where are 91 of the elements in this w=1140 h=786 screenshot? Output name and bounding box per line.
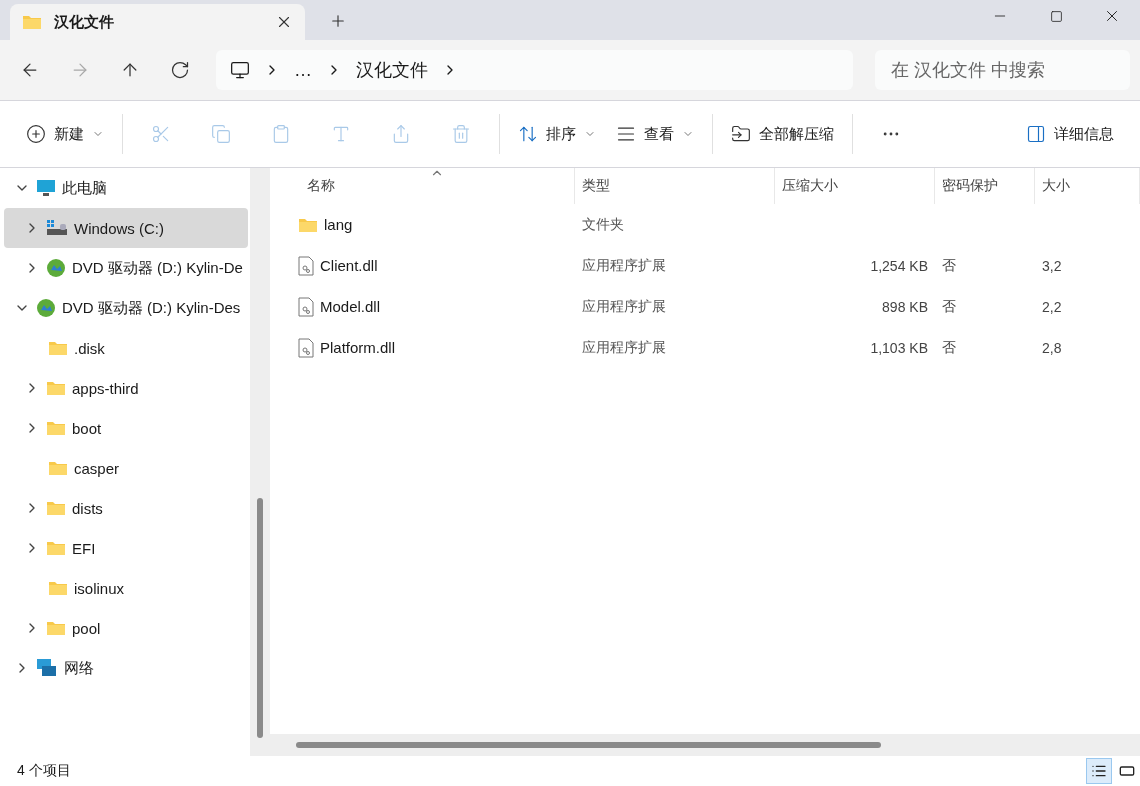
network-icon [36, 658, 58, 678]
tree-item[interactable]: dists [4, 488, 248, 528]
tree-item-label: EFI [72, 539, 96, 557]
table-cell-text: 3,2 [1041, 257, 1063, 274]
tree-item[interactable]: 网络 [4, 648, 248, 688]
refresh-icon[interactable] [170, 60, 190, 80]
item-count: 4 个项目 [17, 762, 71, 780]
new-icon[interactable] [26, 124, 46, 144]
folder-icon [22, 14, 42, 30]
table-cell-text: 否 [941, 256, 957, 275]
dll-file-icon [298, 255, 314, 276]
table-cell-text: 否 [941, 297, 957, 316]
tree-item-label: 此电脑 [62, 178, 107, 198]
tree-item[interactable]: apps-third [4, 368, 248, 408]
dll-file-icon [298, 337, 314, 358]
tree-item[interactable]: pool [4, 608, 248, 648]
breadcrumb[interactable]: … [294, 59, 312, 81]
tree-item[interactable]: EFI [4, 528, 248, 568]
folder-icon [48, 340, 68, 356]
tree-item[interactable]: isolinux [4, 568, 248, 608]
browser-tab[interactable]: 汉化文件 [10, 4, 305, 40]
column-header[interactable]: 类型 [575, 168, 775, 204]
sort-button[interactable]: 排序 [508, 114, 606, 154]
address-bar[interactable]: … 汉化文件 [216, 50, 853, 90]
tree-item-label: dists [72, 499, 103, 517]
column-header[interactable]: 密码保护 [935, 168, 1035, 204]
column-header[interactable]: 压缩大小 [775, 168, 935, 204]
folder-icon [46, 500, 66, 516]
tree-item[interactable]: 此电脑 [4, 168, 248, 208]
file-name[interactable]: Client.dll [320, 257, 378, 274]
table-cell-text: 应用程序扩展 [581, 338, 667, 357]
extract-all-button[interactable]: 全部解压缩 [721, 114, 844, 154]
tree-item[interactable]: casper [4, 448, 248, 488]
disc-drive-icon [36, 298, 56, 318]
tree-item-label: Windows (C:) [74, 219, 164, 237]
search-field[interactable]: 在 汉化文件 中搜索 [875, 50, 1130, 90]
scrollbar[interactable] [250, 168, 270, 756]
maximize-icon[interactable] [1049, 9, 1063, 23]
dll-file-icon [298, 296, 314, 317]
tree-item-label: pool [72, 619, 101, 637]
tree-item-label: casper [74, 459, 120, 477]
extract-all-icon[interactable] [731, 124, 751, 144]
file-name[interactable]: Model.dll [320, 298, 381, 315]
table-cell-text: 应用程序扩展 [581, 297, 667, 316]
folder-icon [46, 540, 66, 556]
table-cell-text: 1,254 KB [869, 257, 929, 274]
disc-drive-icon [46, 258, 66, 278]
panel-icon [1026, 124, 1046, 144]
tree-item-label: DVD 驱动器 (D:) Kylin-De [72, 258, 243, 278]
tree-item-label: .disk [74, 339, 105, 357]
details-view-button[interactable] [1086, 758, 1112, 784]
rectangle-icon [1119, 763, 1135, 779]
tree-item[interactable]: DVD 驱动器 (D:) Kylin-De [4, 248, 248, 288]
folder-icon [48, 460, 68, 476]
table-cell-text: 应用程序扩展 [581, 256, 667, 275]
table-cell-text: 否 [941, 338, 957, 357]
table-cell-text: 898 KB [881, 298, 929, 315]
details-pane-button[interactable]: 详细信息 [1016, 114, 1124, 154]
tree-item-label: apps-third [72, 379, 139, 397]
tree-item[interactable]: DVD 驱动器 (D:) Kylin-Des [4, 288, 248, 328]
new-button[interactable]: 新建 [16, 114, 114, 154]
new-tab-icon[interactable] [329, 12, 347, 30]
tree-item-label: isolinux [74, 579, 125, 597]
table-cell-text: 1,103 KB [869, 339, 929, 356]
monitor-icon [230, 60, 250, 80]
folder-icon [46, 420, 66, 436]
table-cell-text: 2,2 [1041, 298, 1063, 315]
view-button[interactable]: 查看 [606, 114, 704, 154]
monitor-icon [36, 179, 56, 197]
sort-icon[interactable] [518, 124, 538, 144]
breadcrumb[interactable]: 汉化文件 [356, 58, 428, 82]
tree-item-label: 网络 [64, 658, 94, 678]
column-header[interactable]: 名称 [300, 168, 575, 204]
tree-item[interactable]: boot [4, 408, 248, 448]
folder-icon [46, 620, 66, 636]
file-name[interactable]: Platform.dll [320, 339, 396, 356]
folder-icon [298, 216, 318, 233]
folder-icon [46, 380, 66, 396]
tree-item[interactable]: .disk [4, 328, 248, 368]
tree-item-label: boot [72, 419, 102, 437]
file-name[interactable]: lang [324, 216, 353, 233]
scrollbar[interactable] [270, 734, 1140, 756]
table-cell-text: 文件夹 [581, 215, 625, 234]
table-cell-text: 2,8 [1041, 339, 1063, 356]
column-header[interactable]: 大小 [1035, 168, 1140, 204]
folder-icon [48, 580, 68, 596]
drive-icon [46, 219, 68, 237]
list-icon [1091, 763, 1107, 779]
tree-item[interactable]: Windows (C:) [4, 208, 248, 248]
tree-item-label: DVD 驱动器 (D:) Kylin-Des [62, 298, 241, 318]
tab-title: 汉化文件 [54, 12, 115, 32]
